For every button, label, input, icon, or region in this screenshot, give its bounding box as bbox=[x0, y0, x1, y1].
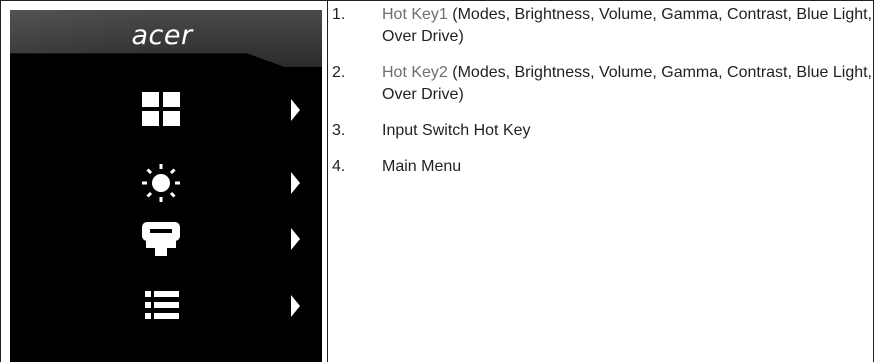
input-source-icon bbox=[142, 222, 180, 256]
modes-icon bbox=[142, 92, 180, 126]
list-text: Main Menu bbox=[382, 158, 462, 175]
brightness-icon bbox=[142, 164, 180, 202]
list-text: (Modes, Brightness, Volume, Gamma, Contr… bbox=[382, 64, 872, 103]
list-item: 1. Hot Key1 (Modes, Brightness, Volume, … bbox=[332, 4, 872, 48]
list-number: 2. bbox=[332, 64, 346, 81]
osd-row-hotkey1[interactable] bbox=[10, 88, 322, 132]
table-column-divider bbox=[327, 0, 328, 362]
table-left-border bbox=[0, 0, 1, 362]
osd-row-hotkey2[interactable] bbox=[10, 161, 322, 205]
list-lead: Hot Key2 bbox=[382, 64, 448, 81]
acer-logo: acer bbox=[131, 20, 193, 51]
monitor-osd-panel: acer bbox=[10, 10, 322, 362]
list-lead: Hot Key1 bbox=[382, 6, 448, 23]
hotkey-description-list: 1. Hot Key1 (Modes, Brightness, Volume, … bbox=[332, 4, 872, 192]
list-item: 3. Input Switch Hot Key bbox=[332, 120, 872, 142]
osd-row-main-menu[interactable] bbox=[10, 284, 322, 328]
right-arrow-icon[interactable] bbox=[291, 172, 300, 194]
list-item: 2. Hot Key2 (Modes, Brightness, Volume, … bbox=[332, 62, 872, 106]
osd-row-input-switch[interactable] bbox=[10, 217, 322, 261]
list-text: (Modes, Brightness, Volume, Gamma, Contr… bbox=[382, 6, 872, 45]
menu-icon bbox=[145, 291, 179, 319]
list-number: 1. bbox=[332, 6, 346, 23]
list-number: 3. bbox=[332, 122, 346, 139]
list-item: 4. Main Menu bbox=[332, 156, 872, 178]
list-text: Input Switch Hot Key bbox=[382, 122, 531, 139]
right-arrow-icon[interactable] bbox=[291, 295, 300, 317]
list-number: 4. bbox=[332, 158, 346, 175]
table-top-border bbox=[0, 0, 874, 1]
right-arrow-icon[interactable] bbox=[291, 228, 300, 250]
right-arrow-icon[interactable] bbox=[291, 99, 300, 121]
